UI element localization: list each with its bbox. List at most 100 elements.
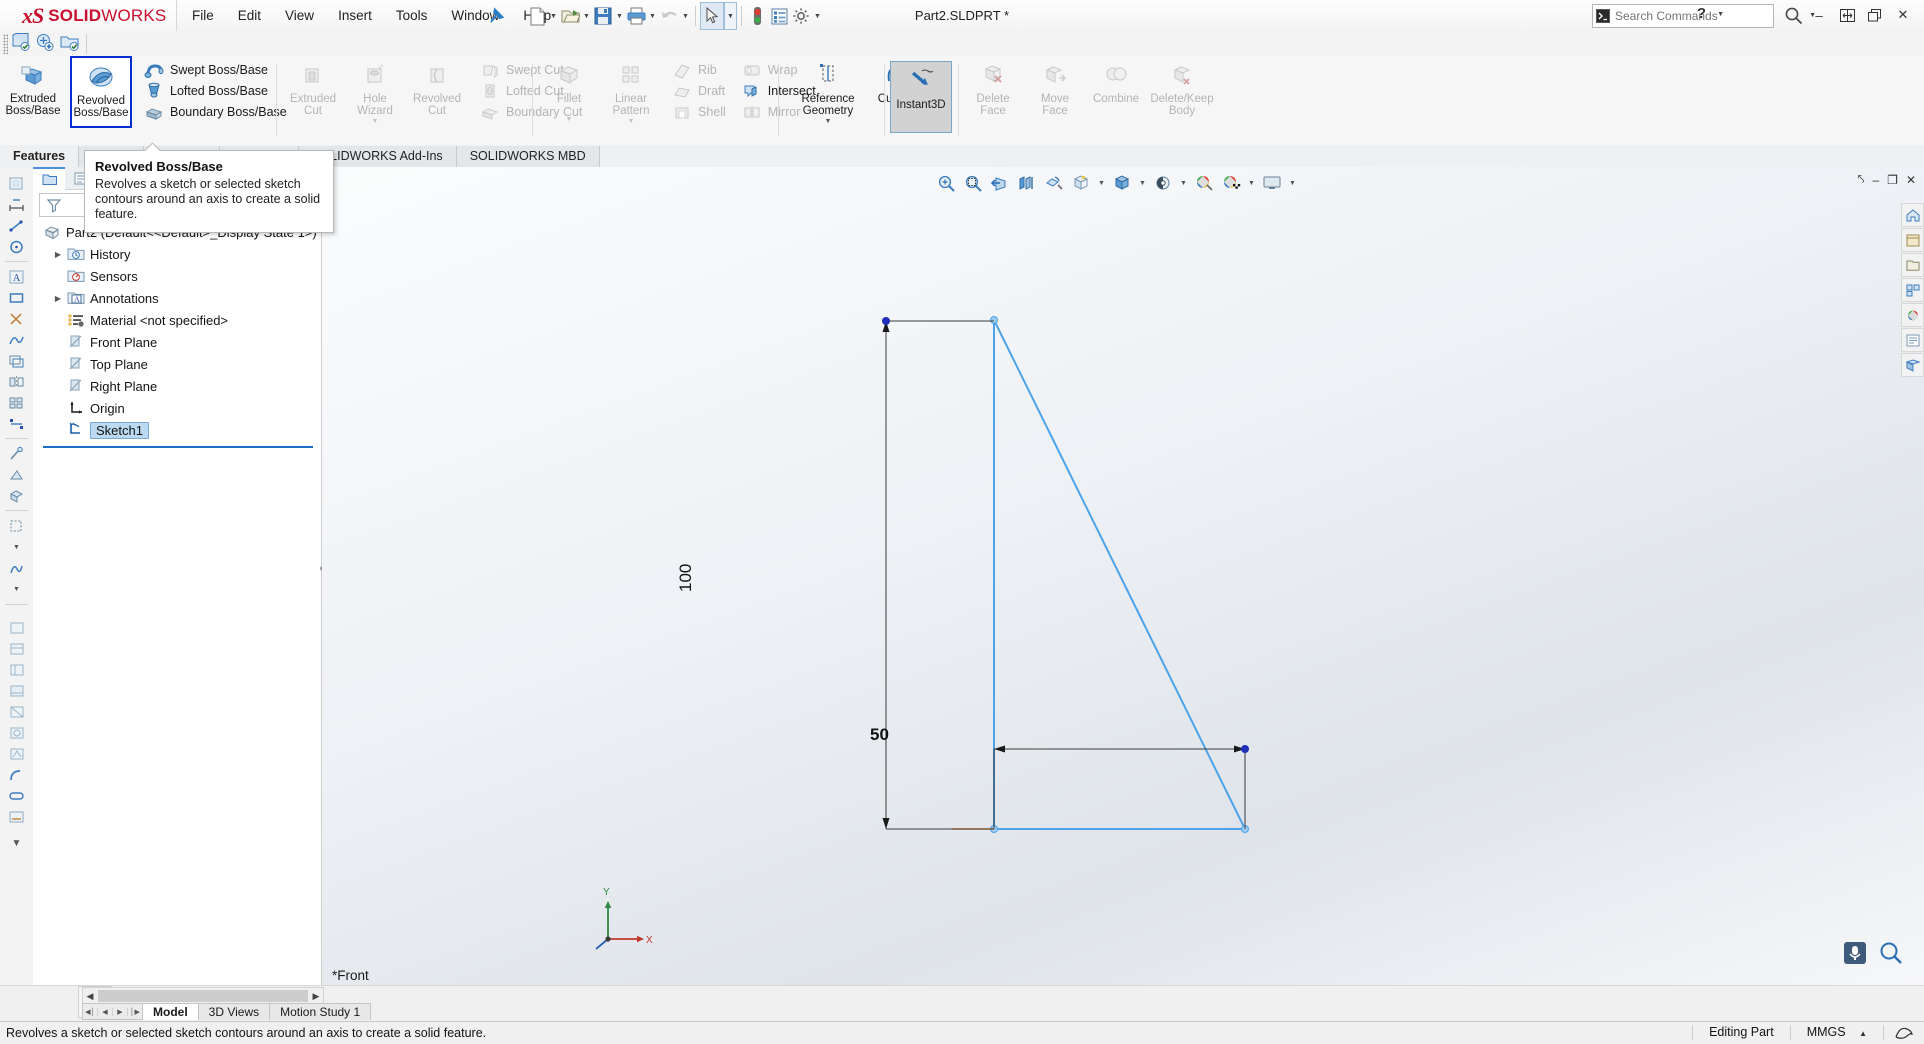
motion-study-tab[interactable]: Motion Study 1 [269, 1003, 372, 1020]
magnifier-glass-icon[interactable] [1878, 940, 1904, 969]
rail-pattern-icon[interactable] [3, 392, 30, 413]
open-caret-icon[interactable]: ▼ [581, 3, 592, 29]
extruded-cut-button[interactable]: Extruded Cut [282, 56, 344, 132]
scroll-left-arrow-icon[interactable]: ◀ [83, 991, 97, 1002]
revolved-cut-button[interactable]: Revolved Cut [406, 56, 468, 132]
rail-spline-icon[interactable] [3, 329, 30, 350]
reference-geometry-button[interactable]: Reference Geometry ▼ [786, 56, 870, 132]
solidworks-logo[interactable]: xS SOLIDWORKS [0, 0, 177, 31]
tab-navigation-buttons[interactable]: ◀│ ◀ ▶ │▶ [82, 1003, 143, 1020]
rail-relations-icon[interactable] [3, 413, 30, 434]
delete-face-button[interactable]: Delete Face [962, 56, 1024, 132]
rail-smart-dimension-icon[interactable] [3, 194, 30, 215]
tree-item-front-plane[interactable]: Front Plane [33, 331, 321, 353]
rail-slot-icon[interactable] [3, 785, 30, 806]
tab-features[interactable]: Features [0, 146, 80, 167]
rail-3d-sketch-icon[interactable] [3, 485, 30, 506]
rail-more-caret-icon[interactable]: ▼ [3, 833, 30, 854]
delete-keep-body-button[interactable]: Delete/Keep Body [1146, 56, 1218, 132]
rail-circle-icon[interactable] [3, 236, 30, 257]
rail-equation-icon[interactable] [3, 806, 30, 827]
expand-arrow-icon[interactable]: ▶ [51, 247, 65, 261]
file-properties-icon[interactable] [768, 3, 790, 29]
rail-sketch-picture-icon[interactable] [3, 464, 30, 485]
close-button[interactable]: ✕ [1890, 4, 1916, 26]
horizontal-dimension-label[interactable]: 50 [870, 725, 889, 745]
save-icon[interactable] [592, 3, 614, 29]
rail-text-icon[interactable]: A [3, 266, 30, 287]
menu-view[interactable]: View [273, 0, 326, 31]
rail-block-icon-3[interactable] [3, 659, 30, 680]
tab-solidworks-mbd[interactable]: SOLIDWORKS MBD [456, 146, 600, 167]
vertical-dimension-label[interactable]: 100 [676, 564, 696, 592]
rail-plane-caret-icon[interactable]: ▼ [3, 537, 30, 558]
options-caret-icon[interactable]: ▼ [812, 3, 823, 29]
pin-icon[interactable] [488, 7, 506, 25]
new-document-caret-icon[interactable]: ▼ [548, 3, 559, 29]
undo-icon[interactable] [658, 3, 680, 29]
linear-pattern-button[interactable]: Linear Pattern ▼ [600, 56, 662, 132]
rail-block-icon-5[interactable] [3, 701, 30, 722]
tree-item-history[interactable]: ▶ History [33, 243, 321, 265]
add-configuration-icon[interactable] [36, 33, 54, 54]
toolbar-grip-handle[interactable] [3, 34, 8, 54]
rail-arc-icon[interactable] [3, 764, 30, 785]
combine-button[interactable]: Combine [1086, 56, 1146, 132]
rail-curve-tool-icon[interactable] [3, 558, 30, 579]
rail-line-icon[interactable] [3, 215, 30, 236]
tree-item-origin[interactable]: Origin [33, 397, 321, 419]
rail-block-icon-2[interactable] [3, 638, 30, 659]
three-d-views-tab[interactable]: 3D Views [197, 1003, 271, 1020]
fillet-button[interactable]: Fillet ▼ [538, 56, 600, 132]
reference-geometry-caret-icon[interactable]: ▼ [825, 117, 832, 127]
print-icon[interactable] [625, 3, 647, 29]
rail-plane-tool-icon[interactable] [3, 515, 30, 536]
fillet-caret-icon[interactable]: ▼ [566, 115, 573, 125]
units-caret-icon[interactable]: ▲ [1859, 1029, 1867, 1038]
rib-button[interactable]: Rib [666, 59, 730, 80]
revolved-boss-base-button[interactable]: Revolved Boss/Base [70, 56, 132, 128]
rail-select-icon[interactable] [3, 173, 30, 194]
undo-caret-icon[interactable]: ▼ [680, 3, 691, 29]
menu-edit[interactable]: Edit [226, 0, 273, 31]
tree-item-material[interactable]: Material <not specified> [33, 309, 321, 331]
rail-repair-sketch-icon[interactable] [3, 443, 30, 464]
status-units[interactable]: MMGS ▲ [1789, 1025, 1883, 1040]
help-caret-icon[interactable]: ▼ [1717, 11, 1724, 18]
search-icon[interactable] [1784, 6, 1804, 26]
maximize-button[interactable] [1862, 4, 1888, 26]
edit-part-icon[interactable] [12, 33, 30, 54]
select-cursor-icon[interactable] [700, 2, 724, 30]
feature-manager-tab[interactable] [33, 166, 65, 190]
move-face-button[interactable]: Move Face [1024, 56, 1086, 132]
minimize-button[interactable]: – [1806, 4, 1832, 26]
tree-item-top-plane[interactable]: Top Plane [33, 353, 321, 375]
rail-offset-icon[interactable] [3, 350, 30, 371]
shell-button[interactable]: Shell [666, 101, 730, 122]
hole-wizard-button[interactable]: Hole Wizard ▼ [344, 56, 406, 132]
rail-block-icon-1[interactable] [3, 617, 30, 638]
rail-mirror-entities-icon[interactable] [3, 371, 30, 392]
rebuild-icon[interactable] [746, 3, 768, 29]
select-caret-icon[interactable]: ▼ [724, 2, 737, 30]
search-commands-box[interactable] [1592, 4, 1774, 28]
rail-block-icon-6[interactable] [3, 722, 30, 743]
tree-item-sensors[interactable]: Sensors [33, 265, 321, 287]
help-question-icon[interactable]: ? [1697, 5, 1706, 22]
new-document-icon[interactable] [526, 3, 548, 29]
menu-insert[interactable]: Insert [326, 0, 384, 31]
scroll-right-arrow-icon[interactable]: ▶ [309, 991, 323, 1002]
expand-arrow-icon[interactable]: ▶ [51, 291, 65, 305]
print-caret-icon[interactable]: ▼ [647, 3, 658, 29]
edit-assembly-icon[interactable] [60, 33, 79, 54]
draft-button[interactable]: Draft [666, 80, 730, 101]
tree-item-sketch1[interactable]: Sketch1 [33, 419, 321, 441]
graphics-viewport[interactable]: ▼ ▼ ▼ ▼ ▼ ⤣ – ❐ ✕ 100 50 Y X *Front [322, 167, 1924, 985]
menu-file[interactable]: File [180, 0, 226, 31]
swept-boss-base-button[interactable]: Swept Boss/Base [138, 59, 291, 80]
rail-block-icon-4[interactable] [3, 680, 30, 701]
rail-rectangle-icon[interactable] [3, 287, 30, 308]
tree-item-annotations[interactable]: ▶ A Annotations [33, 287, 321, 309]
microphone-icon[interactable] [1842, 940, 1868, 969]
save-caret-icon[interactable]: ▼ [614, 3, 625, 29]
